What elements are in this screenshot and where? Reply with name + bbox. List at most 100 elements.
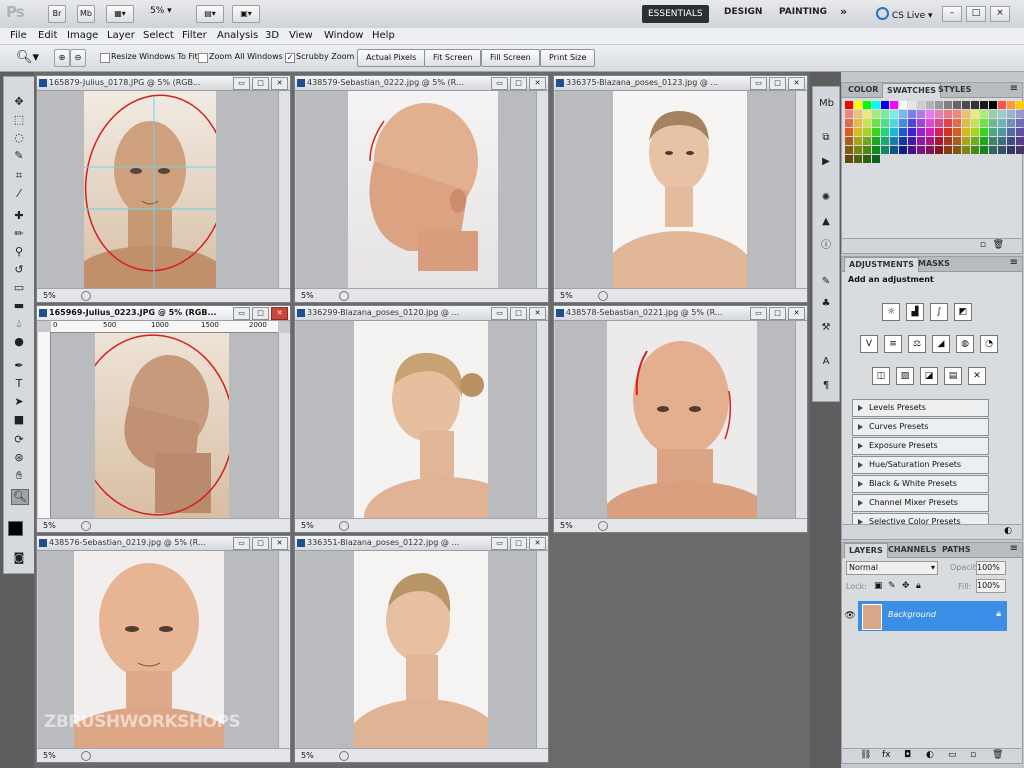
swatch[interactable] (854, 128, 862, 136)
swatch[interactable] (926, 128, 934, 136)
document-zoom-field[interactable]: 5% (301, 749, 314, 762)
swatch[interactable] (962, 110, 970, 118)
swatch[interactable] (962, 128, 970, 136)
vertical-scrollbar[interactable] (278, 91, 290, 288)
swatch[interactable] (899, 137, 907, 145)
vertical-scrollbar[interactable] (536, 551, 548, 748)
document-window-active[interactable]: 165969-Julius_0223.JPG @ 5% (RGB... ▭ □ ✕ … (36, 305, 291, 533)
new-layer-icon[interactable]: ▫ (970, 750, 976, 760)
doc-close-button[interactable]: ✕ (271, 537, 288, 550)
panel-menu-icon[interactable]: ≡ (1010, 543, 1018, 554)
document-zoom-field[interactable]: 5% (43, 749, 56, 762)
swatch[interactable] (1016, 137, 1024, 145)
menu-help[interactable]: Help (372, 30, 395, 41)
preset-curves[interactable]: Curves Presets (852, 418, 989, 436)
menu-view[interactable]: View (289, 30, 313, 41)
print-size-button[interactable]: Print Size (540, 49, 596, 67)
swatch[interactable] (1016, 119, 1024, 127)
doc-close-button[interactable]: ✕ (271, 77, 288, 90)
doc-minimize-button[interactable]: ▭ (233, 307, 250, 320)
swatch[interactable] (1016, 110, 1024, 118)
doc-minimize-button[interactable]: ▭ (233, 537, 250, 550)
opacity-field[interactable]: 100% (976, 561, 1006, 575)
brush-presets-panel-icon[interactable]: ✎ (819, 275, 833, 289)
swatch[interactable] (872, 146, 880, 154)
swatch[interactable] (899, 128, 907, 136)
swatch[interactable] (890, 146, 898, 154)
swatch[interactable] (863, 119, 871, 127)
swatch[interactable] (845, 146, 853, 154)
bridge-icon[interactable]: Br (48, 5, 66, 23)
scrubby-zoom-checkbox[interactable]: ✓ (285, 53, 295, 63)
menu-file[interactable]: File (10, 30, 27, 41)
menu-select[interactable]: Select (143, 30, 174, 41)
actions-panel-icon[interactable]: ▶ (819, 155, 833, 169)
mini-bridge-icon[interactable]: Mb (77, 5, 95, 23)
swatch[interactable] (962, 155, 970, 163)
swatch[interactable] (926, 146, 934, 154)
status-info-icon[interactable] (81, 521, 91, 531)
zoom-all-windows-checkbox[interactable] (198, 53, 208, 63)
paragraph-panel-icon[interactable]: ¶ (819, 379, 833, 393)
layer-row-background[interactable]: Background 🔒︎ (858, 601, 1007, 631)
panel-menu-icon[interactable]: ≡ (1010, 257, 1018, 268)
swatch[interactable] (863, 146, 871, 154)
maximize-button[interactable]: □ (966, 6, 986, 22)
posterize-icon[interactable]: ▨ (896, 367, 914, 385)
swatch[interactable] (989, 101, 997, 109)
swatch[interactable] (908, 101, 916, 109)
swatch[interactable] (872, 119, 880, 127)
swatch[interactable] (980, 110, 988, 118)
selective-color-icon[interactable]: ✕ (968, 367, 986, 385)
swatch[interactable] (989, 155, 997, 163)
doc-maximize-button[interactable]: □ (769, 77, 786, 90)
swatch[interactable] (854, 146, 862, 154)
swatch[interactable] (908, 137, 916, 145)
swatch[interactable] (1016, 155, 1024, 163)
new-group-icon[interactable]: ▭ (948, 750, 957, 760)
zoom-out-icon[interactable]: ⊖ (70, 49, 86, 67)
swatch[interactable] (935, 155, 943, 163)
3d-orbit-tool-icon[interactable]: ⊛ (11, 451, 27, 465)
swatch[interactable] (899, 110, 907, 118)
link-layers-icon[interactable]: ⛓ (860, 750, 871, 760)
doc-close-button[interactable]: ✕ (529, 307, 546, 320)
swatch[interactable] (854, 155, 862, 163)
screen-mode-icon[interactable]: ▣▾ (232, 5, 260, 23)
swatch[interactable] (872, 137, 880, 145)
swatch[interactable] (962, 146, 970, 154)
swatch[interactable] (989, 110, 997, 118)
document-window[interactable]: 336351-Blazana_poses_0122.jpg @ ... ▭ □ ✕ … (294, 535, 549, 763)
swatch[interactable] (953, 137, 961, 145)
swatch[interactable] (1007, 137, 1015, 145)
preset-black-white[interactable]: Black & White Presets (852, 475, 989, 493)
actual-pixels-button[interactable]: Actual Pixels (357, 49, 426, 67)
tab-color[interactable]: COLOR (844, 85, 882, 94)
swatch[interactable] (944, 101, 952, 109)
swatch-grid[interactable] (845, 101, 1024, 163)
swatch[interactable] (890, 101, 898, 109)
swatch[interactable] (935, 119, 943, 127)
swatch[interactable] (890, 155, 898, 163)
swatch[interactable] (944, 155, 952, 163)
doc-minimize-button[interactable]: ▭ (491, 77, 508, 90)
swatch[interactable] (944, 110, 952, 118)
doc-minimize-button[interactable]: ▭ (491, 307, 508, 320)
document-canvas[interactable] (296, 551, 536, 748)
swatch[interactable] (971, 101, 979, 109)
eye-visibility-icon[interactable]: 👁︎ (844, 601, 856, 631)
vertical-scrollbar[interactable] (536, 91, 548, 288)
zoom-level-select[interactable]: 5% ▾ (150, 6, 172, 16)
foreground-color-swatch[interactable] (8, 521, 23, 536)
zoom-tool-preset-icon[interactable]: 🔍︎▾ (16, 50, 39, 65)
doc-maximize-button[interactable]: □ (252, 537, 269, 550)
delete-swatch-icon[interactable]: 🗑︎ (993, 240, 1004, 250)
info-panel-icon[interactable]: ⓘ (819, 239, 833, 253)
healing-brush-tool-icon[interactable]: ✚ (11, 209, 27, 223)
panel-menu-icon[interactable]: ≡ (1010, 83, 1018, 94)
status-info-icon[interactable] (339, 291, 349, 301)
swatch[interactable] (926, 137, 934, 145)
vertical-scrollbar[interactable] (795, 321, 807, 518)
swatch[interactable] (971, 110, 979, 118)
swatch[interactable] (881, 110, 889, 118)
